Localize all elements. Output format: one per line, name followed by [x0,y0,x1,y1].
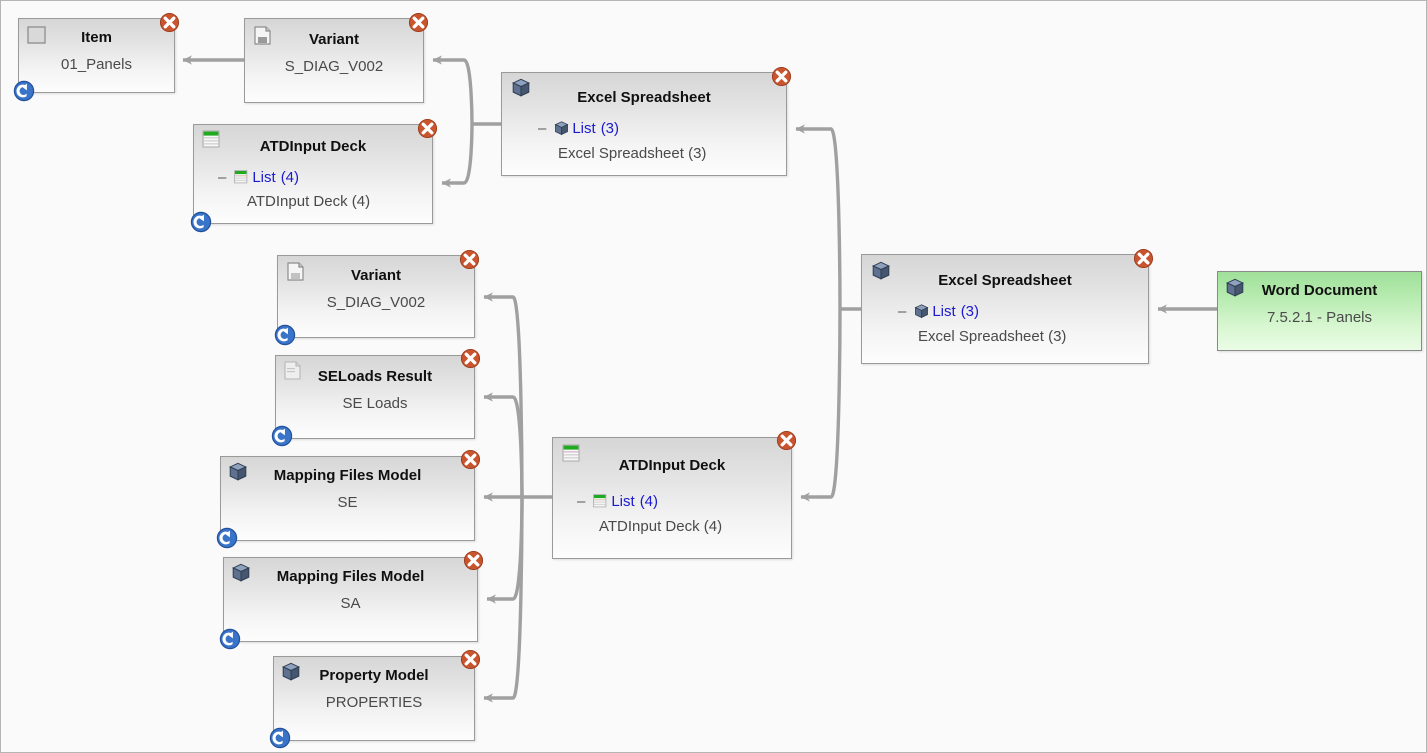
node-subtitle: S_DIAG_V002 [326,294,426,311]
spreadsheet-icon [234,170,248,184]
list-count[interactable]: (4) [640,493,658,510]
node-property-model[interactable]: Property Model PROPERTIES [269,649,481,749]
node-word-document[interactable]: Word Document 7.5.2.1 - Panels [1217,271,1422,351]
list-count-line: Excel Spreadsheet (3) [558,145,707,162]
node-subtitle: SA [340,595,361,612]
list-count-line: ATDInput Deck (4) [599,518,723,535]
collapse-toggle[interactable]: – [218,170,226,185]
node-subtitle: 01_Panels [61,56,132,73]
node-title: Excel Spreadsheet [577,89,711,106]
list-count-line: ATDInput Deck (4) [247,193,371,210]
node-title: ATDInput Deck [259,138,367,155]
node-variant-mid[interactable]: Variant S_DIAG_V002 [274,249,480,346]
node-title: ATDInput Deck [618,457,726,474]
edge-atdinput-mid-to-property-model [483,496,524,703]
edge-excel-right-to-excel-top [795,124,842,310]
node-title: SELoads Result [317,368,433,385]
node-subtitle: SE [337,494,358,511]
list-count[interactable]: (4) [281,169,299,186]
node-title: Item [81,29,112,46]
edge-excel-top-to-variant-top [432,55,474,125]
node-excel-spreadsheet-top[interactable]: Excel Spreadsheet – List (3) Excel Sprea… [501,66,792,176]
node-variant-top[interactable]: Variant S_DIAG_V002 [244,12,429,103]
node-title: Word Document [1261,282,1378,299]
node-excel-spreadsheet-right[interactable]: Excel Spreadsheet – List (3) Excel Sprea… [861,248,1154,364]
edge-atdinput-mid-to-variant-mid [483,292,524,498]
back-navigate-icon[interactable] [271,425,293,447]
close-icon[interactable] [1133,248,1154,269]
node-item[interactable]: Item 01_Panels [13,12,180,102]
node-atdinput-deck-mid[interactable]: ATDInput Deck – List (4) ATDInput Deck (… [552,430,797,559]
back-navigate-icon[interactable] [216,527,238,549]
node-subtitle: SE Loads [342,395,408,412]
list-label[interactable]: List [252,169,275,186]
close-icon[interactable] [417,118,438,139]
list-row[interactable]: – List (3) [898,303,979,320]
node-title: Variant [350,267,402,284]
close-icon[interactable] [159,12,180,33]
close-icon[interactable] [460,649,481,670]
list-count[interactable]: (3) [961,303,979,320]
node-subtitle: S_DIAG_V002 [284,58,384,75]
node-title: Mapping Files Model [276,568,425,585]
list-row[interactable]: – List (3) [538,120,619,137]
node-title: Excel Spreadsheet [938,272,1072,289]
close-icon[interactable] [459,249,480,270]
node-title: Variant [308,31,360,48]
back-navigate-icon[interactable] [269,727,291,749]
relationship-diagram-canvas: Item 01_Panels Variant S_DIAG_V002 ATDIn… [0,0,1427,753]
close-icon[interactable] [460,348,481,369]
node-mapping-files-model-se[interactable]: Mapping Files Model SE [216,449,481,549]
back-navigate-icon[interactable] [274,324,296,346]
cube-icon [914,304,929,319]
node-subtitle: 7.5.2.1 - Panels [1266,309,1373,326]
cube-icon [554,121,569,136]
back-navigate-icon[interactable] [219,628,241,650]
list-label[interactable]: List [572,120,595,137]
close-icon[interactable] [776,430,797,451]
back-navigate-icon[interactable] [190,211,212,233]
close-icon[interactable] [460,449,481,470]
list-label[interactable]: List [932,303,955,320]
edge-atdinput-mid-to-mapping-sa [486,496,524,604]
collapse-toggle[interactable]: – [898,304,906,319]
node-subtitle: PROPERTIES [325,694,423,711]
close-icon[interactable] [771,66,792,87]
edge-excel-top-to-atdinput-top [441,123,474,188]
edge-excel-right-to-atdinput-mid [800,308,842,502]
close-icon[interactable] [463,550,484,571]
node-seloads-result[interactable]: SELoads Result SE Loads [271,348,481,447]
edge-atdinput-mid-to-seloads [483,392,524,498]
close-icon[interactable] [408,12,429,33]
list-row[interactable]: – List (4) [577,493,658,510]
back-navigate-icon[interactable] [13,80,35,102]
list-count[interactable]: (3) [601,120,619,137]
node-atdinput-deck-top[interactable]: ATDInput Deck – List (4) ATDInput Deck (… [190,118,438,233]
collapse-toggle[interactable]: – [577,494,585,509]
node-mapping-files-model-sa[interactable]: Mapping Files Model SA [219,550,484,650]
node-title: Mapping Files Model [273,467,422,484]
node-title: Property Model [319,667,429,684]
list-label[interactable]: List [611,493,634,510]
list-count-line: Excel Spreadsheet (3) [918,328,1067,345]
collapse-toggle[interactable]: – [538,121,546,136]
list-row[interactable]: – List (4) [218,169,299,186]
spreadsheet-icon [593,494,607,508]
